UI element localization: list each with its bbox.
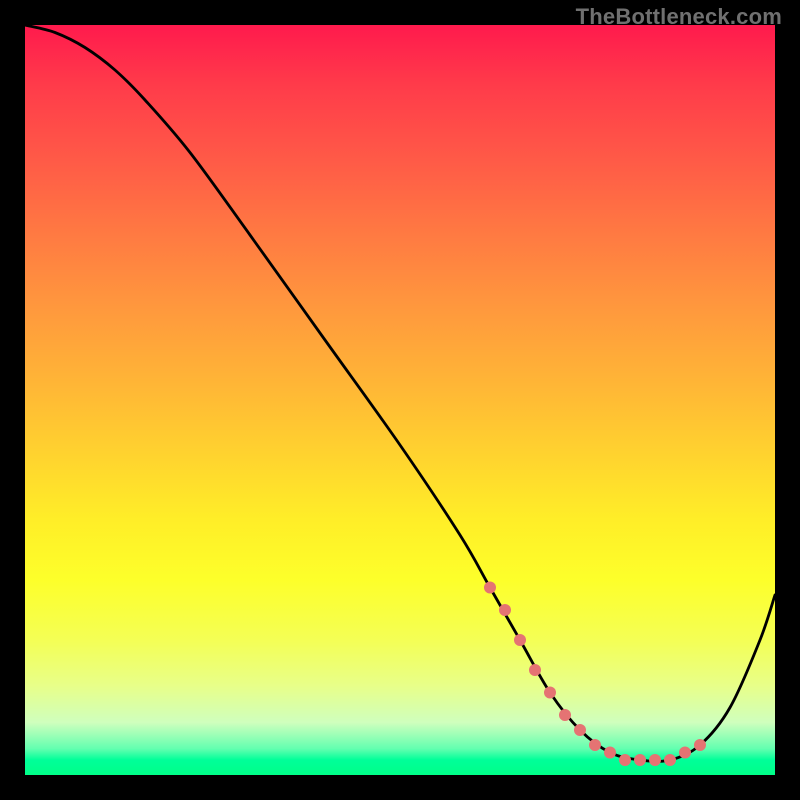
- marker-dot: [574, 724, 586, 736]
- marker-dot: [559, 709, 571, 721]
- watermark-text: TheBottleneck.com: [576, 4, 782, 30]
- marker-dot: [484, 582, 496, 594]
- marker-dot: [679, 747, 691, 759]
- marker-dots: [484, 582, 706, 767]
- marker-dot: [529, 664, 541, 676]
- marker-dot: [499, 604, 511, 616]
- marker-dot: [664, 754, 676, 766]
- marker-dot: [604, 747, 616, 759]
- marker-dot: [649, 754, 661, 766]
- bottleneck-curve: [25, 25, 775, 775]
- marker-dot: [634, 754, 646, 766]
- chart-container: [25, 25, 775, 775]
- marker-dot: [619, 754, 631, 766]
- marker-dot: [589, 739, 601, 751]
- marker-dot: [694, 739, 706, 751]
- curve-line: [25, 25, 775, 761]
- marker-dot: [544, 687, 556, 699]
- marker-dot: [514, 634, 526, 646]
